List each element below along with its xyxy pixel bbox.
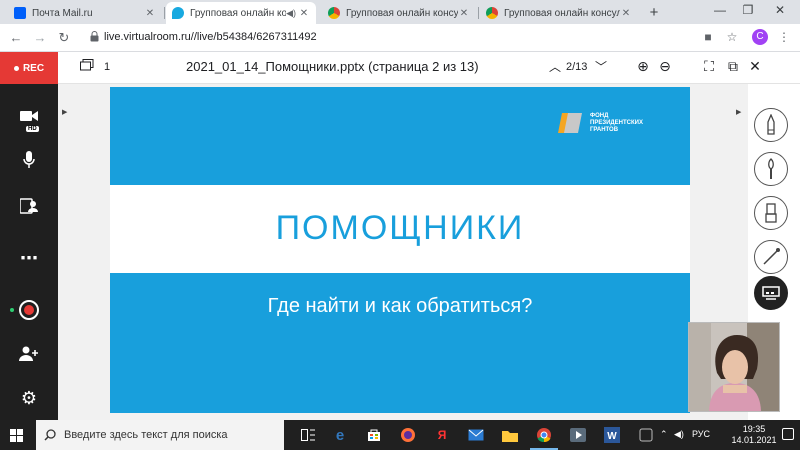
chrome-taskbar-icon[interactable] <box>530 425 558 450</box>
share-screen-icon[interactable] <box>17 194 41 218</box>
pages-icon[interactable] <box>80 59 94 71</box>
chrome-favicon-icon <box>328 7 340 19</box>
tab-consult-1[interactable]: Групповая онлайн консуль ✕ <box>322 2 476 24</box>
lock-icon[interactable] <box>90 31 99 42</box>
task-view-icon[interactable] <box>298 425 318 445</box>
search-icon <box>44 429 56 441</box>
chrome-favicon-icon <box>486 7 498 19</box>
settings-icon[interactable]: ⚙ <box>17 386 41 410</box>
menu-icon[interactable]: ⋮ <box>776 30 792 44</box>
webcam-video <box>689 323 779 411</box>
add-user-icon[interactable] <box>17 342 41 366</box>
slide-subtitle: Где найти и как обратиться? <box>267 295 533 317</box>
rec-dot-icon <box>13 65 19 71</box>
close-icon[interactable]: ✕ <box>298 8 310 19</box>
store-icon[interactable] <box>364 425 384 445</box>
volume-icon[interactable]: ◀) <box>674 429 684 440</box>
tab-mail[interactable]: Почта Mail.ru ✕ <box>8 2 162 24</box>
mail-app-icon[interactable] <box>466 425 486 445</box>
close-document-icon[interactable]: ✕ <box>746 58 764 75</box>
taskbar-clock[interactable]: 19:35 14.01.2021 <box>730 424 778 446</box>
bookmark-star-icon[interactable]: ☆ <box>724 30 740 44</box>
presentation-slide: ФОНД ПРЕЗИДЕНТСКИХ ГРАНТОВ ПОМОЩНИКИ Где… <box>110 87 690 413</box>
restore-icon[interactable]: ❐ <box>738 3 758 17</box>
media-player-icon[interactable] <box>568 425 588 445</box>
tab-consult-2[interactable]: Групповая онлайн консуль ✕ <box>480 2 638 24</box>
speaker-icon[interactable]: ◀) <box>286 8 296 19</box>
virtualroom-favicon-icon <box>172 7 184 19</box>
hd-badge: HD <box>26 126 39 132</box>
right-collapse-icon[interactable]: ▶ <box>736 108 741 116</box>
new-tab-button[interactable]: + <box>646 4 662 21</box>
fund-logo-icon <box>558 113 582 133</box>
browser-toolbar: ← → ↻ live.virtualroom.ru//live/b54384/6… <box>0 24 800 52</box>
camera-indicator-icon[interactable]: ■ <box>700 30 716 44</box>
pinned-app-icon[interactable] <box>636 425 656 445</box>
record-icon[interactable] <box>17 298 41 322</box>
mic-icon[interactable] <box>17 148 41 172</box>
brush-tool-icon[interactable] <box>754 152 788 186</box>
close-icon[interactable]: ✕ <box>144 8 156 19</box>
page-indicator: 1 <box>104 61 111 73</box>
svg-text:W: W <box>607 431 617 442</box>
windows-taskbar: Введите здесь текст для поиска e Я W ⌃ ◀… <box>0 420 800 450</box>
next-page-icon[interactable]: ﹀ <box>592 58 610 75</box>
minimize-icon[interactable]: — <box>710 3 730 17</box>
address-bar[interactable]: live.virtualroom.ru//live/b54384/6267311… <box>104 31 317 43</box>
more-icon[interactable]: ⋯ <box>17 246 41 270</box>
input-language[interactable]: РУС <box>692 429 710 439</box>
file-explorer-icon[interactable] <box>500 425 520 445</box>
taskbar-search[interactable]: Введите здесь текст для поиска <box>36 420 284 450</box>
status-dot <box>10 308 14 312</box>
tray-overflow-icon[interactable]: ⌃ <box>660 429 668 440</box>
camera-icon[interactable] <box>17 104 41 128</box>
notifications-icon[interactable] <box>782 428 794 440</box>
word-icon[interactable]: W <box>602 425 622 445</box>
edge-icon[interactable]: e <box>330 425 350 445</box>
reload-icon[interactable]: ↻ <box>56 30 72 46</box>
marker-tool-icon[interactable] <box>754 196 788 230</box>
windows-start-icon[interactable] <box>10 429 23 442</box>
page-counter: 2/13 <box>566 61 588 73</box>
close-icon[interactable]: ✕ <box>620 8 632 19</box>
presentation-tool-icon[interactable] <box>754 276 788 310</box>
browser-tab-strip: Почта Mail.ru ✕ Групповая онлайн конс ◀)… <box>0 0 800 24</box>
fit-icon[interactable]: ⛶ <box>700 58 718 75</box>
window-close-icon[interactable]: ✕ <box>770 3 790 17</box>
close-icon[interactable]: ✕ <box>458 8 470 19</box>
prev-page-icon[interactable]: ︿ <box>546 58 564 75</box>
webcam-thumbnail[interactable] <box>688 322 780 412</box>
rec-button[interactable]: REC <box>0 52 58 84</box>
pen-tool-icon[interactable] <box>754 108 788 142</box>
slide-title: ПОМОЩНИКИ <box>275 209 525 247</box>
mail-favicon-icon <box>14 7 26 19</box>
crop-icon[interactable]: ⧉ <box>724 58 742 75</box>
back-icon[interactable]: ← <box>8 30 24 45</box>
slide-bottom-band <box>110 273 690 413</box>
document-title: 2021_01_14_Помощники.pptx (страница 2 из… <box>186 59 479 74</box>
zoom-in-icon[interactable]: ⊕ <box>634 58 652 75</box>
firefox-icon[interactable] <box>398 425 418 445</box>
zoom-out-icon[interactable]: ⊖ <box>656 58 674 75</box>
fund-logo: ФОНД ПРЕЗИДЕНТСКИХ ГРАНТОВ <box>556 109 676 143</box>
forward-icon[interactable]: → <box>32 30 48 45</box>
tab-virtualroom[interactable]: Групповая онлайн конс ◀) ✕ <box>166 2 316 24</box>
profile-avatar[interactable]: C <box>752 29 768 45</box>
line-tool-icon[interactable] <box>754 240 788 274</box>
left-collapse-icon[interactable]: ▶ <box>62 108 67 116</box>
yandex-browser-icon[interactable]: Я <box>432 425 452 445</box>
